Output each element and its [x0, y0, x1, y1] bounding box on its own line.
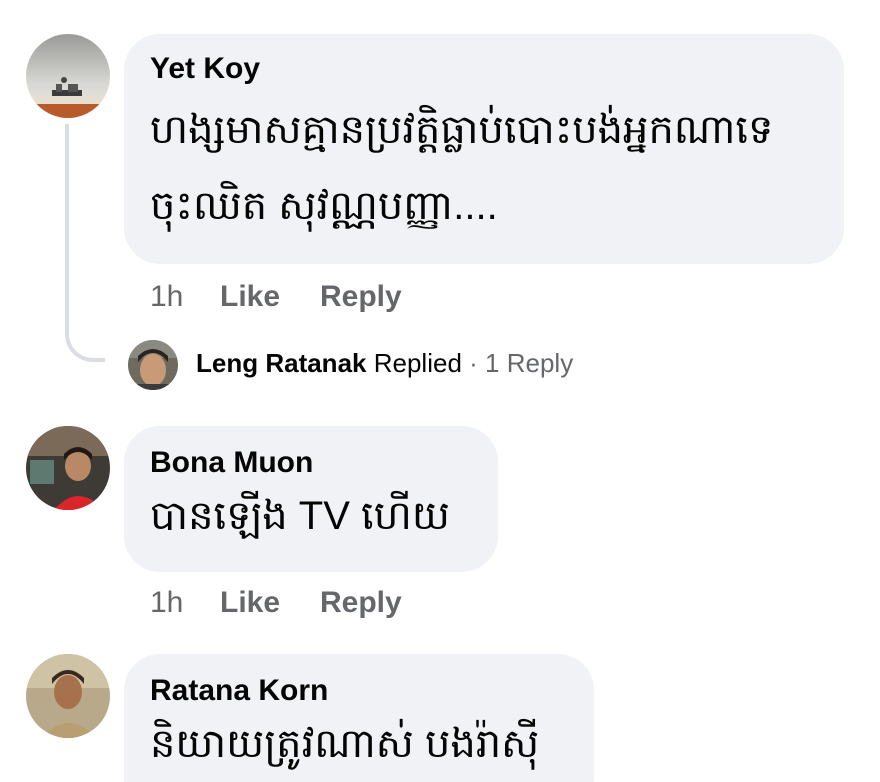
- comment-text-line-1: ហង្សមាសគ្មានប្រវត្តិធ្លាប់បោះបង់អ្នកណាទេ: [150, 108, 774, 152]
- comment-author[interactable]: Ratana Korn: [150, 674, 328, 708]
- comment-timestamp[interactable]: 1h: [150, 586, 183, 620]
- reply-thread-connector: [65, 124, 105, 362]
- view-replies-link[interactable]: Leng Ratanak Replied · 1 Reply: [196, 348, 573, 379]
- comment-bubble[interactable]: Yet Koy ហង្សមាសគ្មានប្រវត្តិធ្លាប់បោះបង់…: [124, 34, 844, 264]
- reply-button[interactable]: Reply: [320, 280, 402, 314]
- avatar-yet-koy[interactable]: [26, 34, 110, 118]
- reply-author-name: Leng Ratanak: [196, 348, 367, 378]
- comment-author[interactable]: Bona Muon: [150, 446, 313, 480]
- like-button[interactable]: Like: [220, 280, 280, 314]
- like-button[interactable]: Like: [220, 586, 280, 620]
- comment-author[interactable]: Yet Koy: [150, 52, 260, 86]
- reply-action-label: Replied: [373, 348, 462, 378]
- reply-count: 1 Reply: [485, 348, 574, 378]
- avatar-bona-muon[interactable]: [26, 426, 110, 510]
- avatar-leng-ratanak[interactable]: [128, 340, 178, 390]
- comment-bubble[interactable]: Bona Muon បានឡើង TV ហើយ: [124, 426, 498, 572]
- reply-button[interactable]: Reply: [320, 586, 402, 620]
- previous-comment-stub: [380, 0, 440, 13]
- comment-text-line-1: និយាយត្រូវណាស់ បងរ៉ាស៊ី: [150, 722, 540, 766]
- comment-text-line-2: ចុះឈិត សុវណ្ណបញ្ញា....: [150, 184, 498, 228]
- comment-bubble[interactable]: Ratana Korn និយាយត្រូវណាស់ បងរ៉ាស៊ី: [124, 654, 594, 782]
- separator-dot: ·: [469, 348, 478, 378]
- comment-timestamp[interactable]: 1h: [150, 280, 183, 314]
- comment-text-line-1: បានឡើង TV ហើយ: [150, 494, 450, 538]
- comments-panel: Yet Koy ហង្សមាសគ្មានប្រវត្តិធ្លាប់បោះបង់…: [0, 0, 880, 782]
- avatar-ratana-korn[interactable]: [26, 654, 110, 738]
